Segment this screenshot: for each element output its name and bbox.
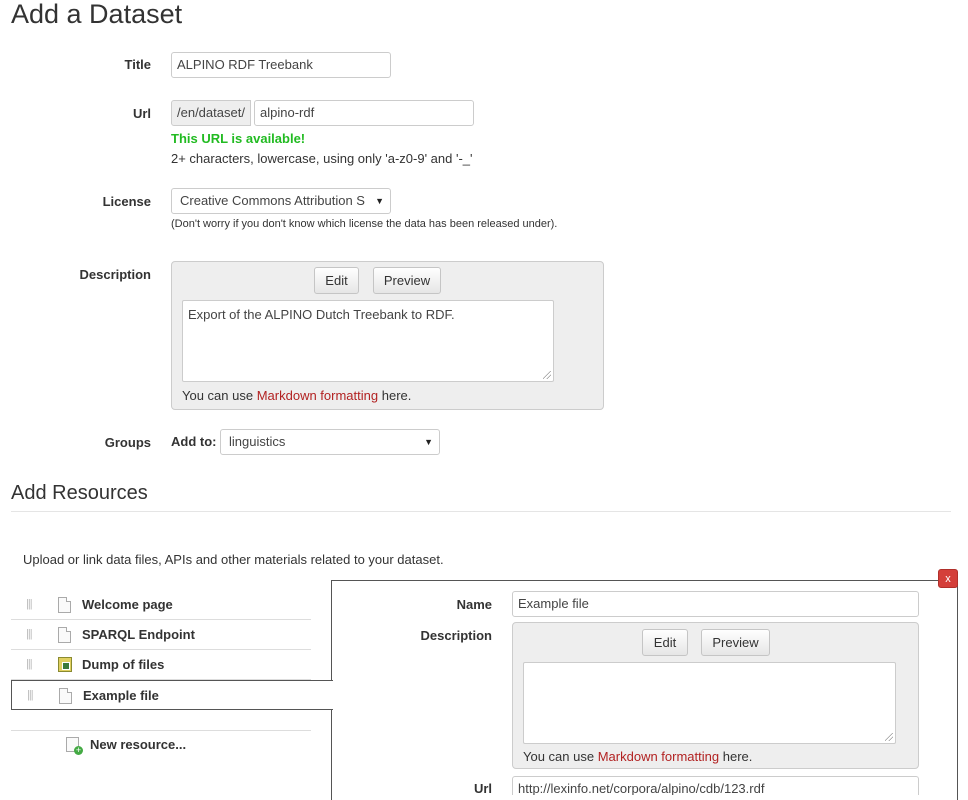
title-input[interactable]: ALPINO RDF Treebank bbox=[171, 52, 391, 78]
license-hint: (Don't worry if you don't know which lic… bbox=[171, 218, 558, 230]
divider bbox=[11, 730, 311, 731]
divider bbox=[11, 511, 951, 512]
resources-intro: Upload or link data files, APIs and othe… bbox=[23, 552, 444, 567]
description-textarea[interactable]: Export of the ALPINO Dutch Treebank to R… bbox=[182, 300, 554, 382]
resize-handle-icon[interactable] bbox=[543, 371, 551, 379]
resource-description-textarea[interactable] bbox=[523, 662, 896, 744]
description-label: Description bbox=[79, 267, 151, 282]
resource-name-label: Name bbox=[456, 597, 492, 612]
resource-name-input[interactable]: Example file bbox=[512, 591, 919, 617]
url-hint: 2+ characters, lowercase, using only 'a-… bbox=[171, 151, 473, 166]
url-available-message: This URL is available! bbox=[171, 131, 306, 146]
description-text: Export of the ALPINO Dutch Treebank to R… bbox=[188, 307, 455, 322]
resource-item-active[interactable]: ||| Example file bbox=[11, 680, 333, 710]
url-label: Url bbox=[132, 106, 151, 121]
file-icon bbox=[58, 597, 71, 613]
license-select[interactable]: Creative Commons Attribution S ▼ bbox=[171, 188, 391, 214]
resource-item-label: Welcome page bbox=[82, 597, 173, 612]
groups-label: Groups bbox=[104, 435, 151, 450]
markdown-hint-prefix: You can use bbox=[182, 388, 254, 403]
url-prefix: /en/dataset/ bbox=[171, 100, 251, 126]
file-icon bbox=[58, 627, 71, 643]
markdown-formatting-link[interactable]: Markdown formatting bbox=[598, 749, 719, 764]
close-button[interactable]: x bbox=[938, 569, 958, 588]
markdown-hint-suffix: here. bbox=[381, 388, 412, 403]
edit-button[interactable]: Edit bbox=[314, 267, 359, 294]
preview-button[interactable]: Preview bbox=[701, 629, 770, 656]
markdown-hint: You can use Markdown formatting here. bbox=[523, 749, 752, 764]
new-file-icon: + bbox=[66, 737, 83, 755]
resource-item[interactable]: ||| Welcome page bbox=[11, 590, 311, 620]
drag-handle-icon[interactable]: ||| bbox=[26, 658, 33, 670]
license-label: License bbox=[102, 194, 151, 209]
resource-item-label: Example file bbox=[83, 688, 159, 703]
resource-url-label: Url bbox=[473, 781, 492, 796]
markdown-hint: You can use Markdown formatting here. bbox=[182, 388, 411, 403]
drag-handle-icon[interactable]: ||| bbox=[26, 628, 33, 640]
drag-handle-icon[interactable]: ||| bbox=[26, 598, 33, 610]
drag-handle-icon[interactable]: ||| bbox=[27, 689, 34, 701]
license-selected-value: Creative Commons Attribution S bbox=[180, 193, 365, 208]
page-title: Add a Dataset bbox=[11, 0, 183, 29]
description-editor: Edit Preview Export of the ALPINO Dutch … bbox=[171, 261, 604, 410]
resource-item[interactable]: ||| SPARQL Endpoint bbox=[11, 620, 311, 650]
resource-url-input[interactable]: http://lexinfo.net/corpora/alpino/cdb/12… bbox=[512, 776, 919, 795]
chevron-down-icon: ▼ bbox=[424, 437, 433, 447]
edit-button[interactable]: Edit bbox=[642, 629, 688, 656]
new-resource-link[interactable]: New resource... bbox=[90, 737, 186, 752]
resource-item[interactable]: ||| Dump of files bbox=[11, 650, 311, 680]
file-icon bbox=[59, 688, 72, 704]
markdown-hint-suffix: here. bbox=[722, 749, 753, 764]
resource-description-label: Description bbox=[420, 628, 492, 643]
resource-item-label: Dump of files bbox=[82, 657, 165, 672]
group-selected-value: linguistics bbox=[229, 434, 286, 449]
markdown-hint-prefix: You can use bbox=[523, 749, 595, 764]
chevron-down-icon: ▼ bbox=[375, 196, 384, 206]
title-label: Title bbox=[124, 57, 152, 72]
group-select[interactable]: linguistics ▼ bbox=[220, 429, 440, 455]
add-to-label: Add to: bbox=[171, 434, 217, 449]
url-input[interactable]: alpino-rdf bbox=[254, 100, 474, 126]
resources-heading: Add Resources bbox=[11, 482, 148, 504]
preview-button[interactable]: Preview bbox=[373, 267, 441, 294]
markdown-formatting-link[interactable]: Markdown formatting bbox=[257, 388, 378, 403]
resource-description-editor: Edit Preview You can use Markdown format… bbox=[512, 622, 919, 769]
resize-handle-icon[interactable] bbox=[885, 733, 893, 741]
archive-icon bbox=[58, 657, 72, 672]
resource-item-label: SPARQL Endpoint bbox=[82, 627, 195, 642]
